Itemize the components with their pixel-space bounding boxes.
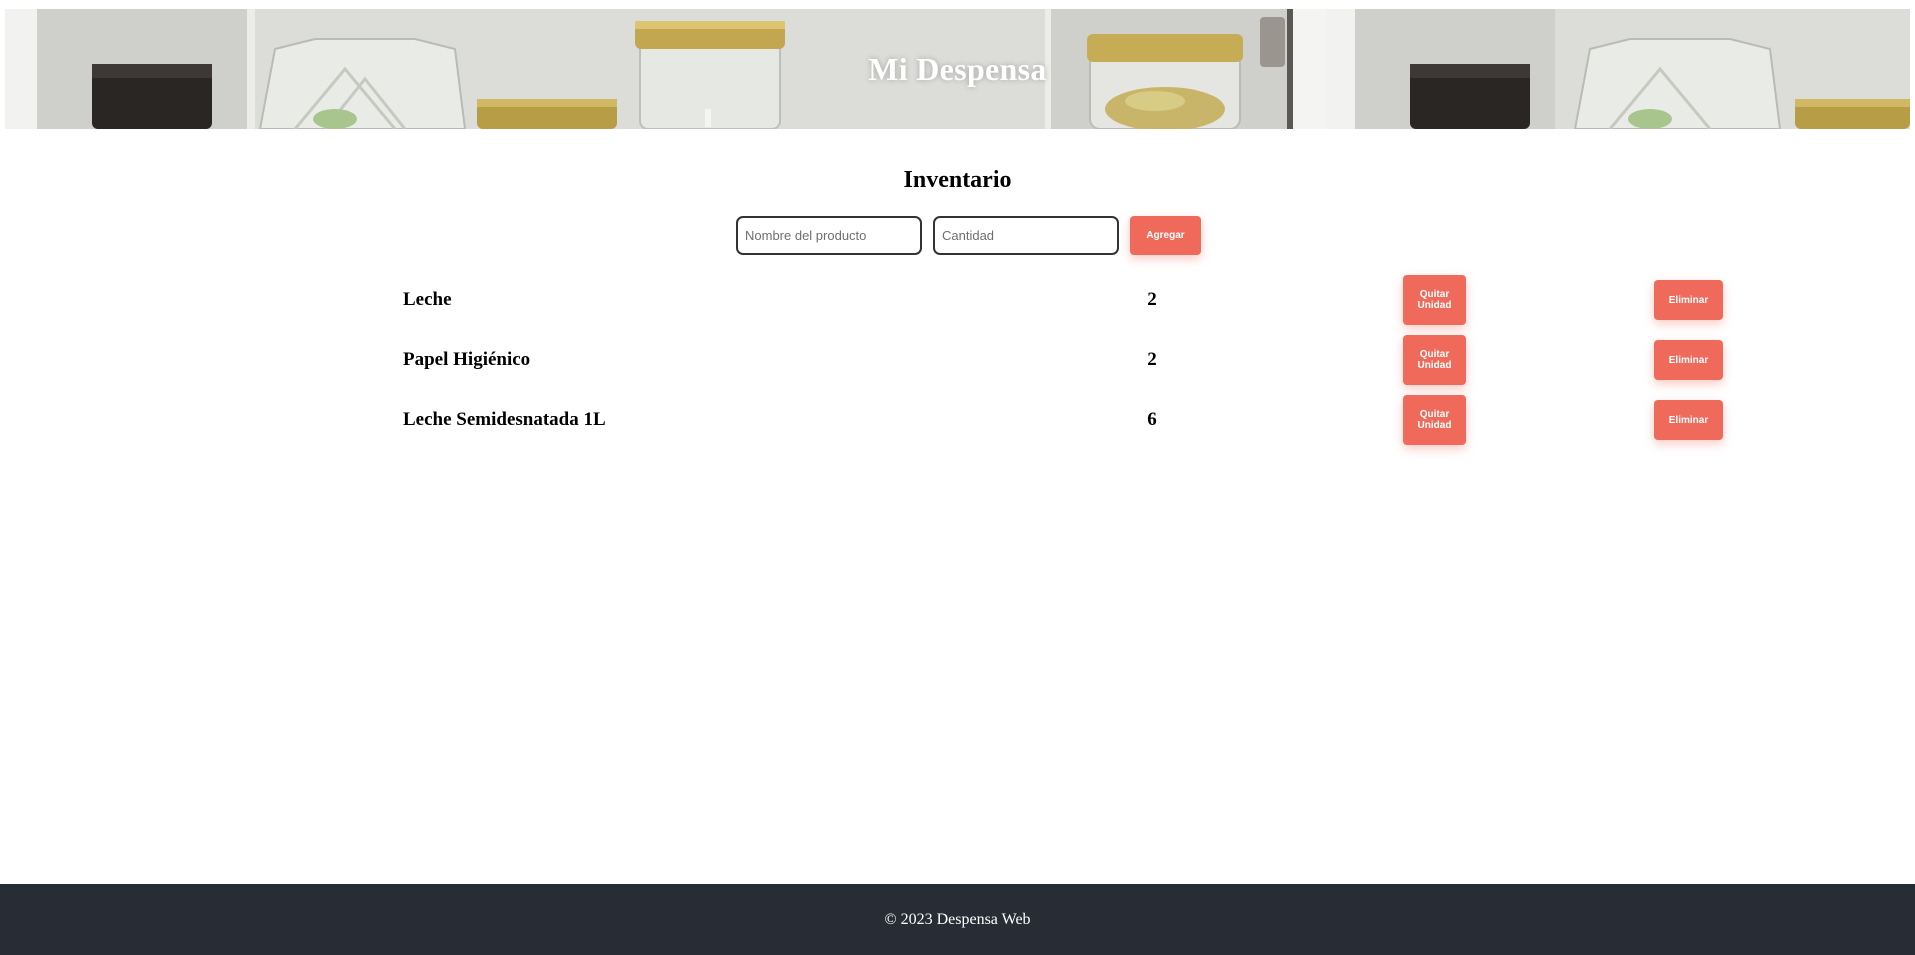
product-quantity: 2 [1147,289,1157,310]
footer-copyright: © 2023 Despensa Web [884,910,1031,928]
inventory-title: Inventario [903,167,1012,193]
product-name: Leche [403,289,452,310]
site-title: Mi Despensa [868,51,1047,87]
add-product-form: Agregar [736,216,1201,255]
product-quantity: 2 [1147,349,1157,370]
remove-unit-button[interactable]: Quitar Unidad [1403,275,1466,325]
remove-unit-button[interactable]: Quitar Unidad [1403,395,1466,445]
product-name: Papel Higiénico [403,349,531,370]
product-name-input[interactable] [736,216,922,255]
inventory-row: Papel Higiénico 2 Quitar Unidad Eliminar [0,335,1915,385]
inventory-row: Leche 2 Quitar Unidad Eliminar [0,275,1915,325]
header-banner: Mi Despensa [5,9,1910,129]
product-name: Leche Semidesnatada 1L [403,409,606,430]
inventory-row: Leche Semidesnatada 1L 6 Quitar Unidad E… [0,395,1915,445]
delete-button[interactable]: Eliminar [1654,340,1723,380]
add-button[interactable]: Agregar [1130,216,1201,255]
delete-button[interactable]: Eliminar [1654,400,1723,440]
quantity-input[interactable] [933,216,1119,255]
page-footer: © 2023 Despensa Web [0,884,1915,955]
delete-button[interactable]: Eliminar [1654,280,1723,320]
remove-unit-button[interactable]: Quitar Unidad [1403,335,1466,385]
product-quantity: 6 [1147,409,1157,430]
